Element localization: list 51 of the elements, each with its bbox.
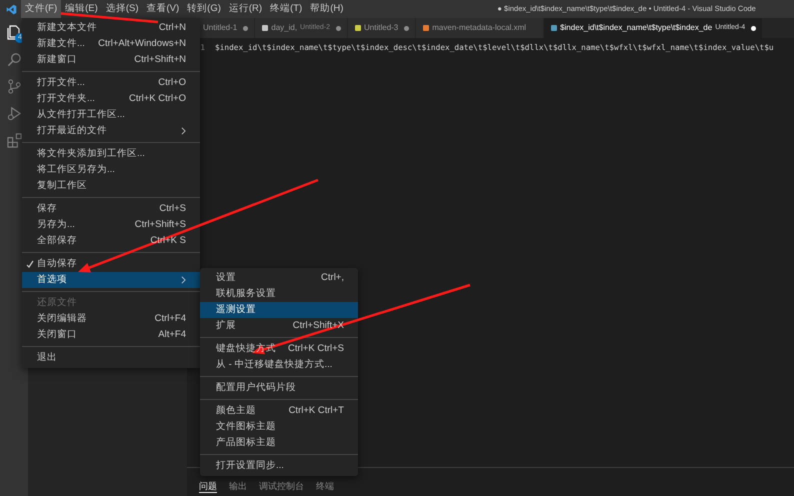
menu-item[interactable]: 从文件打开工作区... [22,107,200,123]
checkmark-icon [26,258,34,270]
extensions-icon[interactable] [6,133,22,148]
menu-item[interactable]: 另存为... Ctrl+Shift+S [22,217,200,233]
menu-item[interactable]: 文件图标主题 [200,419,358,435]
menu-item[interactable]: 首选项 [22,272,200,288]
menu-item[interactable]: 配置用户代码片段 [200,380,358,396]
menu-item[interactable]: 打开最近的文件 [22,123,200,139]
file-type-icon [423,25,430,31]
menu-item[interactable]: 复制工作区 [22,178,200,194]
chevron-right-icon [181,127,186,135]
menu-bar-item[interactable]: 选择(S) [102,0,142,18]
run-debug-icon[interactable] [6,106,22,121]
menu-item[interactable]: 保存 Ctrl+S [22,201,200,217]
menu-item[interactable]: 退出 [22,350,200,366]
menu-item[interactable]: 将工作区另存为... [22,162,200,178]
menu-item[interactable]: 关闭编辑器 Ctrl+F4 [22,311,200,327]
panel-tab[interactable]: 终端 [316,480,334,492]
menu-item[interactable]: 联机服务设置 [200,286,358,302]
file-type-icon [262,25,268,31]
menu-item[interactable]: 自动保存 [22,256,200,272]
menu-item[interactable]: 产品图标主题 [200,435,358,451]
menu-bar-item[interactable]: 查看(V) [142,0,184,18]
menu-item[interactable]: 将文件夹添加到工作区... [22,146,200,162]
menu-item[interactable]: 遥测设置 [200,302,358,318]
menu-item[interactable]: 打开文件... Ctrl+O [22,75,200,91]
file-type-icon [355,25,362,31]
file-type-icon [551,25,558,31]
app-logo-icon [6,4,17,14]
menu-bar-item[interactable]: 帮助(H) [306,0,348,18]
menu-item[interactable]: 从 - 中迁移键盘快捷方式... [200,357,358,373]
menu-bar-item[interactable]: 运行(R) [224,0,266,18]
source-control-icon[interactable] [6,79,22,94]
menu-item[interactable]: 关闭窗口 Alt+F4 [22,327,200,343]
menu-bar-item[interactable]: 编辑(E) [61,0,102,18]
editor-tab[interactable]: Untitled-3 [348,18,416,38]
menu-bar-item[interactable]: 文件(F) [21,0,62,18]
menu-bar-item[interactable]: 终端(T) [266,0,306,18]
editor-tab[interactable]: maven-metadata-local.xml [416,18,544,38]
menu-item[interactable]: 打开设置同步... [200,458,358,474]
menu-bar-item[interactable]: 转到(G) [183,0,225,18]
search-icon[interactable] [6,52,22,67]
panel-tab[interactable]: 问题 [199,480,217,493]
menu-item[interactable]: 新建窗口 Ctrl+Shift+N [22,52,200,68]
panel-tab[interactable]: 调试控制台 [259,480,304,492]
menu-item[interactable]: 新建文件... Ctrl+Alt+Windows+N [22,36,200,52]
menu-item[interactable]: 设置 Ctrl+, [200,270,358,286]
menu-item[interactable]: 颜色主题 Ctrl+K Ctrl+T [200,403,358,419]
menu-item[interactable]: 打开文件夹... Ctrl+K Ctrl+O [22,91,200,107]
chevron-right-icon [181,276,186,284]
panel-tab[interactable]: 输出 [229,480,247,492]
